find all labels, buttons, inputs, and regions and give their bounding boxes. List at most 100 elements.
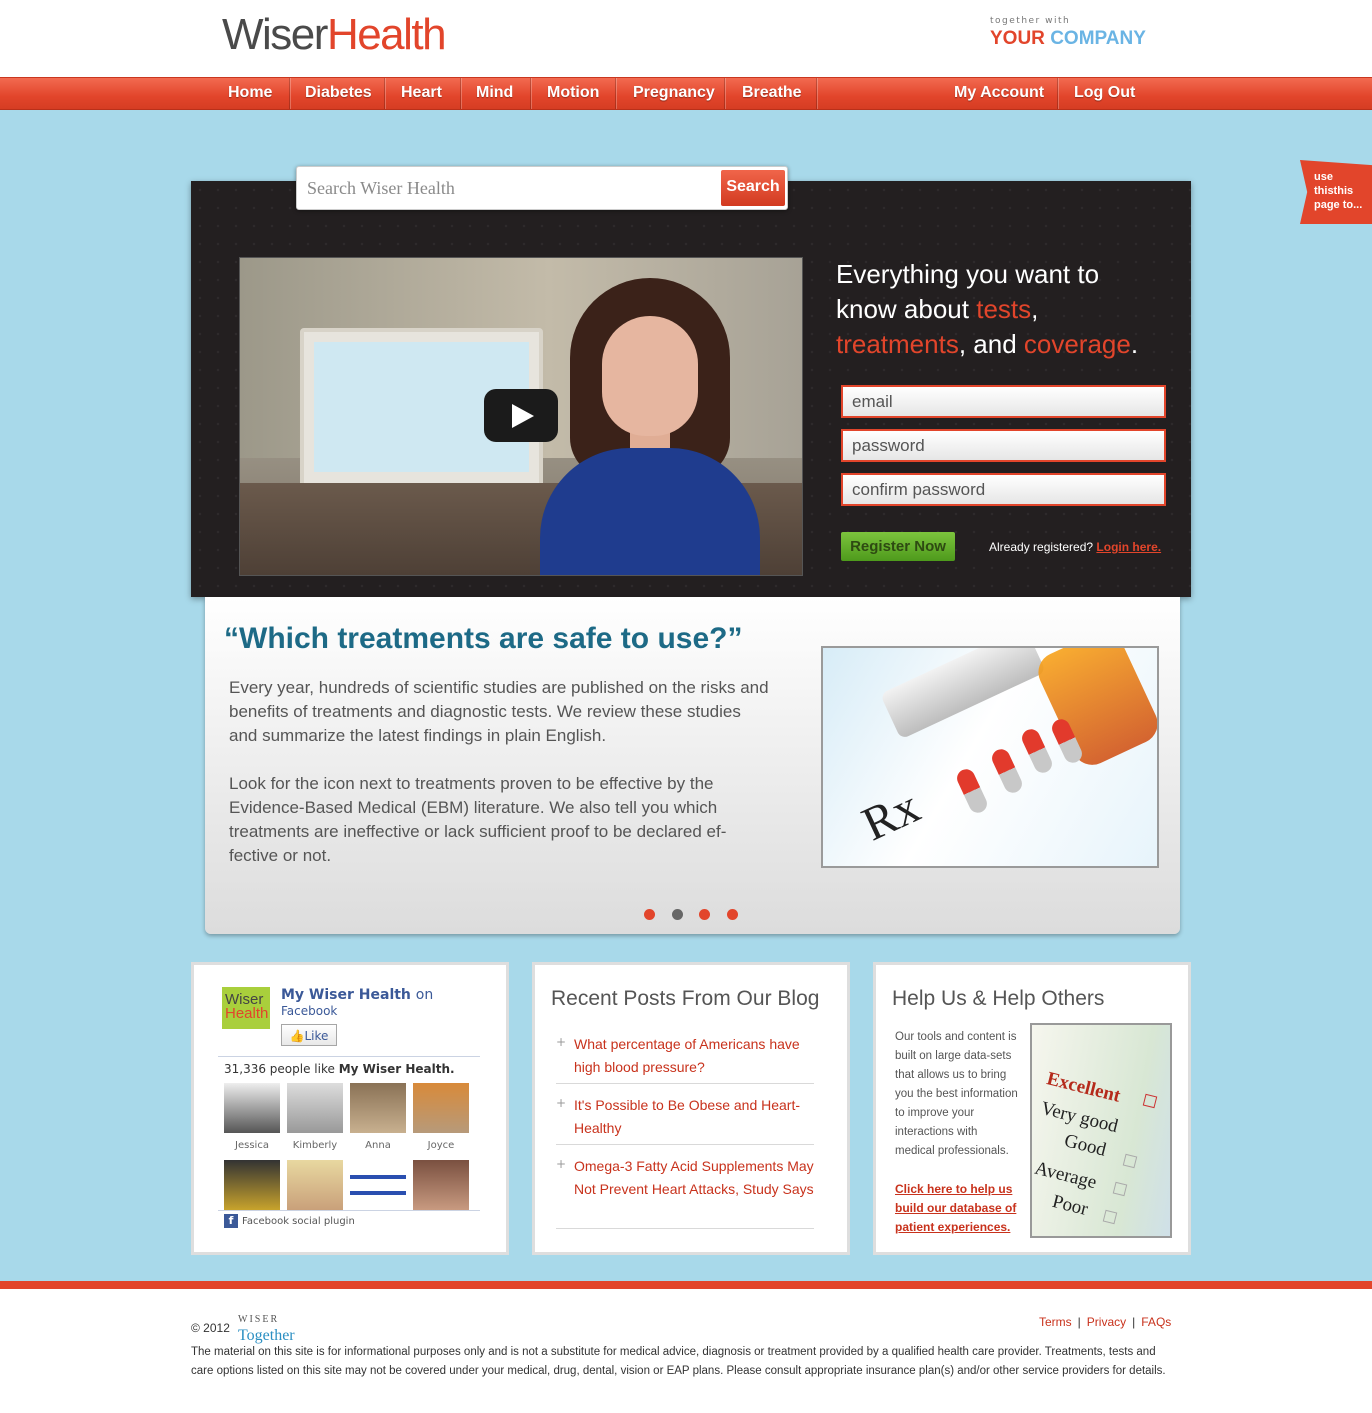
wiser-together-logo[interactable]: WISER Together <box>238 1312 295 1344</box>
nav-divider <box>460 78 461 109</box>
nav-mind[interactable]: Mind <box>476 78 513 109</box>
blog-post-item: + What percentage of Americans have high … <box>556 1033 814 1084</box>
nav-divider <box>615 78 616 109</box>
thumbs-up-icon: 👍 <box>289 1029 305 1043</box>
checkbox-icon <box>1102 1209 1118 1225</box>
plus-icon: + <box>556 1157 567 1171</box>
nav-divider <box>384 78 385 109</box>
nav-diabetes[interactable]: Diabetes <box>305 78 372 109</box>
fan-name[interactable]: Anna <box>350 1140 406 1151</box>
fb-like-button[interactable]: 👍Like <box>281 1024 337 1046</box>
checkbox-icon <box>1142 1093 1158 1109</box>
site-header: WiserHealth together with YOUR COMPANY <box>0 0 1372 77</box>
nav-heart[interactable]: Heart <box>401 78 442 109</box>
fan-name[interactable]: Joyce <box>413 1140 469 1151</box>
fan-name[interactable]: Jessica <box>224 1140 280 1151</box>
nav-breathe[interactable]: Breathe <box>742 78 802 109</box>
survey-image: Excellent Very good Good Average Poor <box>1030 1023 1172 1238</box>
already-registered: Already registered? Login here. <box>989 540 1162 554</box>
nav-pregnancy[interactable]: Pregnancy <box>633 78 715 109</box>
blog-post-item: + Omega-3 Fatty Acid Supplements May Not … <box>556 1155 814 1229</box>
nav-divider <box>724 78 725 109</box>
fan-avatar[interactable] <box>287 1083 343 1133</box>
survey-option: Average <box>1032 1157 1099 1194</box>
fan-avatar[interactable] <box>224 1160 280 1210</box>
blog-post-link[interactable]: It's Possible to Be Obese and Heart-Heal… <box>574 1094 814 1140</box>
slide-paragraph-2: Look for the icon next to treatments pro… <box>229 774 727 865</box>
fan-avatar[interactable] <box>350 1160 406 1210</box>
play-icon[interactable] <box>484 389 558 442</box>
help-title: Help Us & Help Others <box>892 987 1105 1010</box>
fb-facebook-label[interactable]: Facebook <box>281 1004 337 1018</box>
email-field[interactable]: email <box>841 385 1166 418</box>
slider-dot-2-active[interactable] <box>672 909 683 920</box>
fan-avatar[interactable] <box>287 1160 343 1210</box>
blog-post-item: + It's Possible to Be Obese and Heart-Hea… <box>556 1094 814 1145</box>
footer-divider <box>0 1281 1372 1289</box>
divider <box>218 1210 480 1211</box>
confirm-password-field[interactable]: confirm password <box>841 473 1166 506</box>
divider <box>218 1056 480 1057</box>
wiser-health-fb-logo[interactable]: Wiser Health <box>222 987 270 1029</box>
feedback-side-tab[interactable]: use thisthis page to... <box>1300 160 1372 224</box>
blog-post-link[interactable]: Omega-3 Fatty Acid Supplements May Not P… <box>574 1155 814 1201</box>
prescription-image: Rx <box>821 646 1159 868</box>
nav-log-out[interactable]: Log Out <box>1074 78 1135 109</box>
slider-dot-1[interactable] <box>644 909 655 920</box>
partner-company: COMPANY <box>1050 28 1146 49</box>
search-input[interactable]: Search Wiser Health <box>307 178 455 199</box>
fan-avatar[interactable] <box>350 1083 406 1133</box>
help-us-link[interactable]: Click here to help us build our database… <box>895 1180 1025 1237</box>
facebook-icon: f <box>224 1214 238 1228</box>
partner-tagline: together with <box>990 16 1071 26</box>
privacy-link[interactable]: Privacy <box>1087 1315 1126 1329</box>
video-presenter <box>540 278 760 575</box>
fan-name[interactable]: Kimberly <box>287 1140 343 1151</box>
fb-social-plugin[interactable]: f Facebook social plugin <box>224 1214 355 1228</box>
fan-avatar[interactable] <box>413 1160 469 1210</box>
main-nav: Home Diabetes Heart Mind Motion Pregnanc… <box>0 77 1372 110</box>
nav-motion[interactable]: Motion <box>547 78 599 109</box>
footer-links: Terms | Privacy | FAQs <box>1039 1315 1172 1329</box>
side-tab-label: use thisthis page to... <box>1314 171 1363 211</box>
checkbox-icon <box>1122 1153 1138 1169</box>
terms-link[interactable]: Terms <box>1039 1315 1072 1329</box>
search-button[interactable]: Search <box>721 170 785 206</box>
blog-post-link[interactable]: What percentage of Americans have high b… <box>574 1033 814 1079</box>
plus-icon: + <box>556 1096 567 1110</box>
help-description: Our tools and content is built on large … <box>895 1031 1018 1157</box>
slider-dot-3[interactable] <box>699 909 710 920</box>
faqs-link[interactable]: FAQs <box>1141 1315 1171 1329</box>
nav-my-account[interactable]: My Account <box>954 78 1044 109</box>
survey-option: Poor <box>1050 1190 1091 1221</box>
fan-avatar[interactable] <box>413 1083 469 1133</box>
partner-logo: together with YOUR COMPANY <box>990 16 1146 50</box>
site-logo[interactable]: WiserHealth <box>222 10 447 60</box>
slider-dot-4[interactable] <box>727 909 738 920</box>
hero-headline: Everything you want to know about tests,… <box>836 259 1139 359</box>
copyright: © 2012 <box>191 1321 230 1335</box>
fb-page-title[interactable]: My Wiser Health on <box>281 987 433 1003</box>
partner-your: YOUR <box>990 28 1045 49</box>
nav-home[interactable]: Home <box>228 78 272 109</box>
search-bar: Search Wiser Health Search <box>296 166 788 210</box>
plus-icon: + <box>556 1035 567 1049</box>
logo-health: Health <box>326 10 447 59</box>
footer-disclaimer: The material on this site is for informa… <box>191 1346 1166 1377</box>
slide-paragraph-1: Every year, hundreds of scientific studi… <box>229 678 769 745</box>
fb-like-count: 31,336 people like My Wiser Health. <box>224 1062 455 1076</box>
nav-divider <box>1057 78 1058 109</box>
logo-wiser: Wiser <box>222 10 328 59</box>
checkbox-icon <box>1112 1181 1128 1197</box>
login-link[interactable]: Login here. <box>1096 540 1161 554</box>
intro-video[interactable] <box>239 257 803 576</box>
blog-title: Recent Posts From Our Blog <box>551 987 820 1010</box>
fan-avatar[interactable] <box>224 1083 280 1133</box>
nav-divider <box>816 78 817 109</box>
rx-symbol: Rx <box>854 779 928 852</box>
password-field[interactable]: password <box>841 429 1166 462</box>
slide-title: “Which treatments are safe to use?” <box>224 622 743 655</box>
nav-divider <box>289 78 290 109</box>
nav-divider <box>530 78 531 109</box>
register-now-button[interactable]: Register Now <box>841 532 955 561</box>
